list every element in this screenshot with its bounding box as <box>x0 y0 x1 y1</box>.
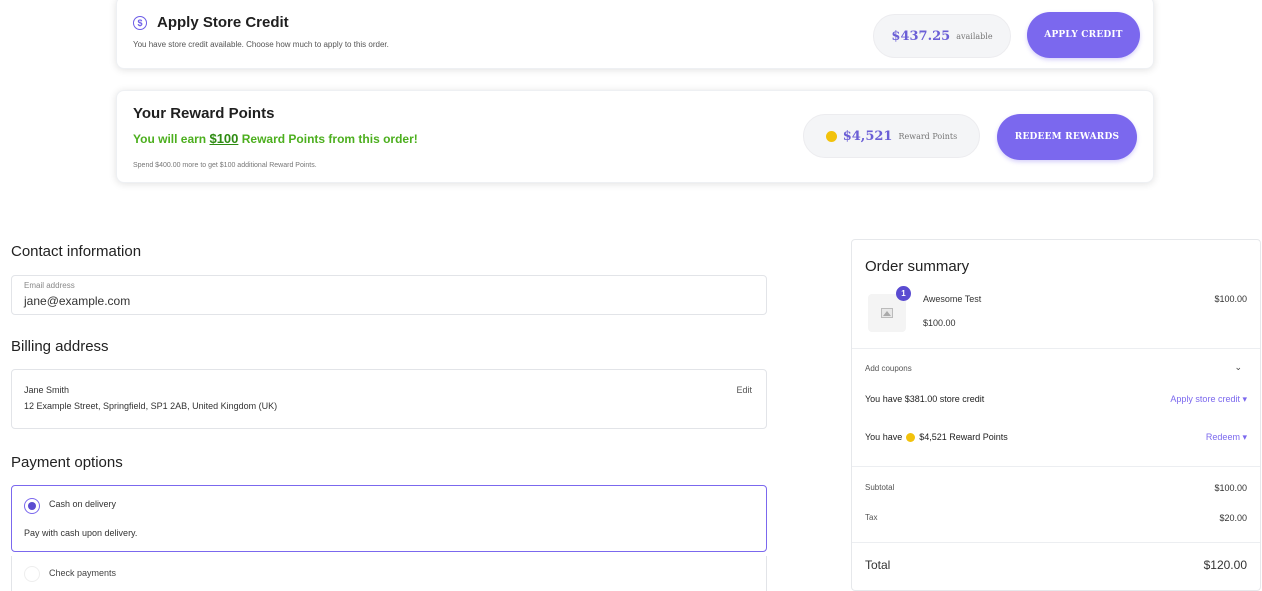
store-credit-amount-label: available <box>956 31 993 41</box>
redeem-rewards-button[interactable]: REDEEM REWARDS <box>997 114 1137 160</box>
earn-suffix: Reward Points from this order! <box>238 132 418 146</box>
reward-prefix: You have <box>865 432 903 442</box>
payment-option-check[interactable]: Check payments <box>11 556 767 591</box>
divider <box>852 466 1260 467</box>
image-placeholder-icon <box>881 308 893 318</box>
cash-label: Cash on delivery <box>49 499 117 509</box>
billing-name: Jane Smith <box>24 385 70 395</box>
caret-down-icon: ▾ <box>1242 432 1247 442</box>
billing-address-box: Jane Smith 12 Example Street, Springfiel… <box>11 369 767 429</box>
add-coupons-toggle[interactable]: Add coupons <box>865 364 912 373</box>
email-label: Email address <box>24 281 75 290</box>
tax-value: $20.00 <box>1219 513 1247 523</box>
reward-summary-text: $4,521 Reward Points <box>919 432 1008 442</box>
email-field[interactable]: Email address jane@example.com <box>11 275 767 315</box>
total-label: Total <box>865 558 891 572</box>
edit-address-link[interactable]: Edit <box>736 385 752 395</box>
item-price: $100.00 <box>1214 294 1247 304</box>
store-credit-amount: $437.25 <box>891 28 951 44</box>
reward-points-pill: $4,521 Reward Points <box>803 114 980 158</box>
reward-subtitle: Spend $400.00 more to get $100 additiona… <box>133 162 317 169</box>
subtotal-label: Subtotal <box>865 483 895 492</box>
tax-label: Tax <box>865 513 878 522</box>
order-summary-panel: Order summary 1 Awesome Test $100.00 $10… <box>851 239 1261 591</box>
cash-description: Pay with cash upon delivery. <box>24 528 138 538</box>
apply-store-credit-link[interactable]: Apply store credit ▾ <box>1170 394 1247 405</box>
coin-icon <box>825 130 837 142</box>
item-name: Awesome Test <box>923 294 982 304</box>
caret-down-icon: ▾ <box>1242 394 1247 404</box>
redeem-link[interactable]: Redeem ▾ <box>1206 432 1247 443</box>
earn-prefix: You will earn <box>133 132 210 146</box>
store-credit-available-pill: $437.25 available <box>873 14 1011 58</box>
reward-points-title: Your Reward Points <box>133 105 275 122</box>
cash-radio[interactable] <box>24 498 40 514</box>
billing-heading: Billing address <box>11 338 109 355</box>
coin-icon <box>906 432 916 442</box>
reward-points-value: $4,521 <box>842 128 893 144</box>
reward-points-label: Reward Points <box>898 131 958 141</box>
chevron-down-icon[interactable]: ⌄ <box>1234 362 1242 373</box>
radio-dot-icon <box>28 502 36 510</box>
store-credit-title: $ Apply Store Credit <box>133 14 289 31</box>
earn-amount: $100 <box>209 131 239 146</box>
check-label: Check payments <box>49 568 117 578</box>
store-credit-summary: You have $381.00 store credit <box>865 394 985 404</box>
order-summary-title: Order summary <box>865 258 970 275</box>
divider <box>852 348 1260 349</box>
subtotal-value: $100.00 <box>1214 483 1247 493</box>
divider <box>852 542 1260 543</box>
dollar-circle-icon: $ <box>133 15 147 30</box>
reward-summary: You have $4,521 Reward Points <box>865 432 1008 442</box>
reward-points-card: Your Reward Points You will earn $100 Re… <box>116 90 1154 183</box>
item-unit-price: $100.00 <box>923 318 956 328</box>
store-credit-card: $ Apply Store Credit You have store cred… <box>116 0 1154 69</box>
apply-credit-button[interactable]: APPLY CREDIT <box>1027 12 1140 58</box>
quantity-badge: 1 <box>896 286 911 301</box>
payment-heading: Payment options <box>11 454 123 471</box>
payment-option-cash[interactable]: Cash on delivery Pay with cash upon deli… <box>11 485 767 552</box>
apply-store-credit-label: Apply store credit <box>1170 394 1240 404</box>
total-value: $120.00 <box>1203 558 1247 572</box>
reward-earn-message: You will earn $100 Reward Points from th… <box>133 131 418 146</box>
store-credit-title-text: Apply Store Credit <box>157 14 289 31</box>
redeem-label: Redeem <box>1205 432 1240 442</box>
email-value[interactable]: jane@example.com <box>24 294 130 308</box>
contact-heading: Contact information <box>11 243 142 260</box>
billing-address-line: 12 Example Street, Springfield, SP1 2AB,… <box>24 401 278 411</box>
store-credit-subtitle: You have store credit available. Choose … <box>133 40 389 49</box>
check-radio[interactable] <box>24 566 40 582</box>
